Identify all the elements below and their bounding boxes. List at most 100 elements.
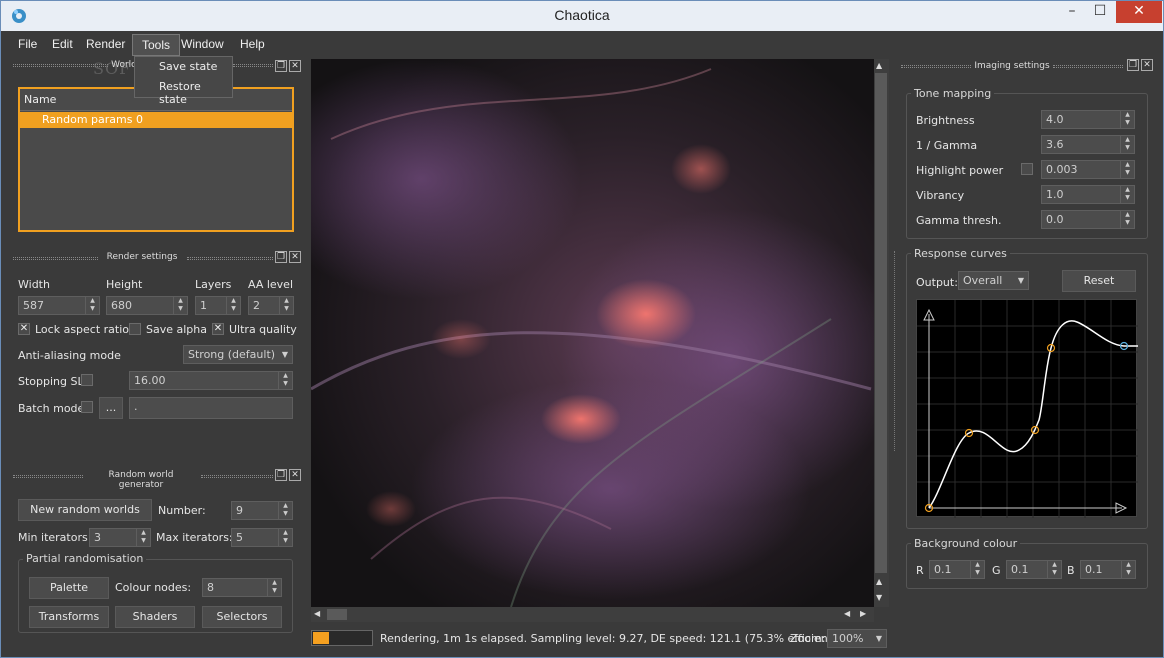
menu-file[interactable]: File xyxy=(9,34,46,56)
panel-grip[interactable] xyxy=(13,64,108,67)
float-panel-button[interactable]: ❐ xyxy=(1127,59,1139,71)
number-label: Number: xyxy=(158,504,206,517)
scroll-left-icon[interactable]: ◀ xyxy=(314,609,320,618)
highlight-power-input[interactable]: 0.003 ▲ ▼ xyxy=(1041,160,1135,179)
spin-arrows-icon[interactable]: ▲ ▼ xyxy=(1120,111,1134,128)
panel-grip[interactable] xyxy=(13,257,98,260)
close-panel-button[interactable]: ✕ xyxy=(289,251,301,263)
brightness-label: Brightness xyxy=(916,114,975,127)
menu-render[interactable]: Render xyxy=(77,34,134,56)
minimize-button[interactable]: – xyxy=(1058,1,1086,23)
stopping-sl-checkbox[interactable] xyxy=(81,374,93,386)
lock-aspect-checkbox[interactable]: ✕ xyxy=(18,323,30,335)
render-progress-bar xyxy=(311,630,373,646)
menu-help[interactable]: Help xyxy=(231,34,274,56)
selectors-button[interactable]: Selectors xyxy=(202,606,282,628)
scroll-thumb[interactable] xyxy=(875,73,887,573)
spin-arrows-icon[interactable]: ▲ ▼ xyxy=(85,297,99,314)
spin-arrows-icon[interactable]: ▲ ▼ xyxy=(1120,211,1134,228)
spin-arrows-icon[interactable]: ▲ ▼ xyxy=(278,502,292,519)
menu-window[interactable]: Window xyxy=(172,34,233,56)
reset-curves-button[interactable]: Reset xyxy=(1062,270,1136,292)
maximize-button[interactable]: ☐ xyxy=(1086,1,1114,23)
aa-level-input[interactable]: 2 ▲ ▼ xyxy=(248,296,294,315)
spin-arrows-icon[interactable]: ▲ ▼ xyxy=(278,372,292,389)
panel-grip[interactable] xyxy=(901,65,971,68)
panel-grip[interactable] xyxy=(13,475,83,478)
float-panel-button[interactable]: ❐ xyxy=(275,60,287,72)
max-iterators-input[interactable]: 5 ▲ ▼ xyxy=(231,528,293,547)
spin-arrows-icon[interactable]: ▲ ▼ xyxy=(136,529,150,546)
min-iterators-input[interactable]: 3 ▲ ▼ xyxy=(89,528,151,547)
new-random-worlds-button[interactable]: New random worlds xyxy=(18,499,152,521)
spin-arrows-icon[interactable]: ▲ ▼ xyxy=(1120,136,1134,153)
scroll-down-icon[interactable]: ▼ xyxy=(876,593,882,602)
b-input[interactable]: 0.1 ▲ ▼ xyxy=(1080,560,1136,579)
spin-arrows-icon[interactable]: ▲ ▼ xyxy=(173,297,187,314)
close-panel-button[interactable]: ✕ xyxy=(289,60,301,72)
close-panel-button[interactable]: ✕ xyxy=(289,469,301,481)
layers-input[interactable]: 1 ▲ ▼ xyxy=(195,296,241,315)
height-input[interactable]: 680 ▲ ▼ xyxy=(106,296,188,315)
tree-item-random-params[interactable]: Random params 0 xyxy=(20,112,292,128)
canvas-vertical-scrollbar[interactable]: ▲ ▲ ▼ xyxy=(874,59,889,607)
close-button[interactable]: ✕ xyxy=(1116,1,1162,23)
spin-arrows-icon[interactable]: ▲ ▼ xyxy=(1120,186,1134,203)
random-world-title: Random world generator xyxy=(108,470,174,490)
panel-grip[interactable] xyxy=(201,475,273,478)
zoom-select[interactable]: 100% ▼ xyxy=(827,629,887,648)
output-select[interactable]: Overall ▼ xyxy=(958,271,1029,290)
spin-arrows-icon[interactable]: ▲ ▼ xyxy=(1121,561,1135,578)
min-iterators-label: Min iterators: xyxy=(18,531,92,544)
spin-arrows-icon[interactable]: ▲ ▼ xyxy=(1047,561,1061,578)
world-tree[interactable]: Name Random params 0 xyxy=(18,87,294,232)
batch-browse-button[interactable]: ... xyxy=(99,397,123,419)
palette-button[interactable]: Palette xyxy=(29,577,109,599)
float-panel-button[interactable]: ❐ xyxy=(275,251,287,263)
save-alpha-checkbox[interactable] xyxy=(129,323,141,335)
ultra-quality-checkbox[interactable]: ✕ xyxy=(212,323,224,335)
scroll-right-icon[interactable]: ▶ xyxy=(860,609,866,618)
close-panel-button[interactable]: ✕ xyxy=(1141,59,1153,71)
batch-path-input[interactable]: . xyxy=(129,397,293,419)
menu-item-save-state[interactable]: Save state xyxy=(159,60,217,73)
menu-item-restore-state[interactable]: Restore state xyxy=(159,80,232,106)
scroll-up-icon[interactable]: ▲ xyxy=(876,61,882,70)
canvas-horizontal-scrollbar[interactable]: ◀ ◀ ▶ xyxy=(311,607,874,622)
scroll-thumb[interactable] xyxy=(327,609,347,620)
gamma-thresh-input[interactable]: 0.0 ▲ ▼ xyxy=(1041,210,1135,229)
scroll-left-icon[interactable]: ◀ xyxy=(844,609,850,618)
menu-bar: File Edit Render Tools Window Help xyxy=(9,34,899,56)
float-panel-button[interactable]: ❐ xyxy=(275,469,287,481)
zoom-label: Zoom: xyxy=(790,632,826,645)
spin-arrows-icon[interactable]: ▲ ▼ xyxy=(1120,161,1134,178)
aa-mode-select[interactable]: Strong (default) ▼ xyxy=(183,345,293,364)
vibrancy-input[interactable]: 1.0 ▲ ▼ xyxy=(1041,185,1135,204)
highlight-power-checkbox[interactable] xyxy=(1021,163,1033,175)
response-curve-editor[interactable] xyxy=(916,299,1138,518)
shaders-button[interactable]: Shaders xyxy=(115,606,195,628)
transforms-button[interactable]: Transforms xyxy=(29,606,109,628)
stopping-sl-input[interactable]: 16.00 ▲ ▼ xyxy=(129,371,293,390)
r-input[interactable]: 0.1 ▲ ▼ xyxy=(929,560,985,579)
panel-grip[interactable] xyxy=(1053,65,1123,68)
brightness-input[interactable]: 4.0 ▲ ▼ xyxy=(1041,110,1135,129)
colour-nodes-input[interactable]: 8 ▲ ▼ xyxy=(202,578,282,597)
spin-arrows-icon[interactable]: ▲ ▼ xyxy=(279,297,293,314)
number-input[interactable]: 9 ▲ ▼ xyxy=(231,501,293,520)
batch-mode-checkbox[interactable] xyxy=(81,401,93,413)
splitter-handle[interactable] xyxy=(894,251,897,451)
gamma-input[interactable]: 3.6 ▲ ▼ xyxy=(1041,135,1135,154)
panel-grip[interactable] xyxy=(187,257,273,260)
width-input[interactable]: 587 ▲ ▼ xyxy=(18,296,100,315)
spin-arrows-icon[interactable]: ▲ ▼ xyxy=(970,561,984,578)
spin-arrows-icon[interactable]: ▲ ▼ xyxy=(267,579,281,596)
panel-grip[interactable] xyxy=(233,64,273,67)
menu-edit[interactable]: Edit xyxy=(43,34,82,56)
spin-arrows-icon[interactable]: ▲ ▼ xyxy=(278,529,292,546)
fractal-flame-image xyxy=(311,59,874,607)
spin-arrows-icon[interactable]: ▲ ▼ xyxy=(226,297,240,314)
render-canvas[interactable] xyxy=(311,59,874,607)
g-input[interactable]: 0.1 ▲ ▼ xyxy=(1006,560,1062,579)
scroll-up-icon[interactable]: ▲ xyxy=(876,577,882,586)
